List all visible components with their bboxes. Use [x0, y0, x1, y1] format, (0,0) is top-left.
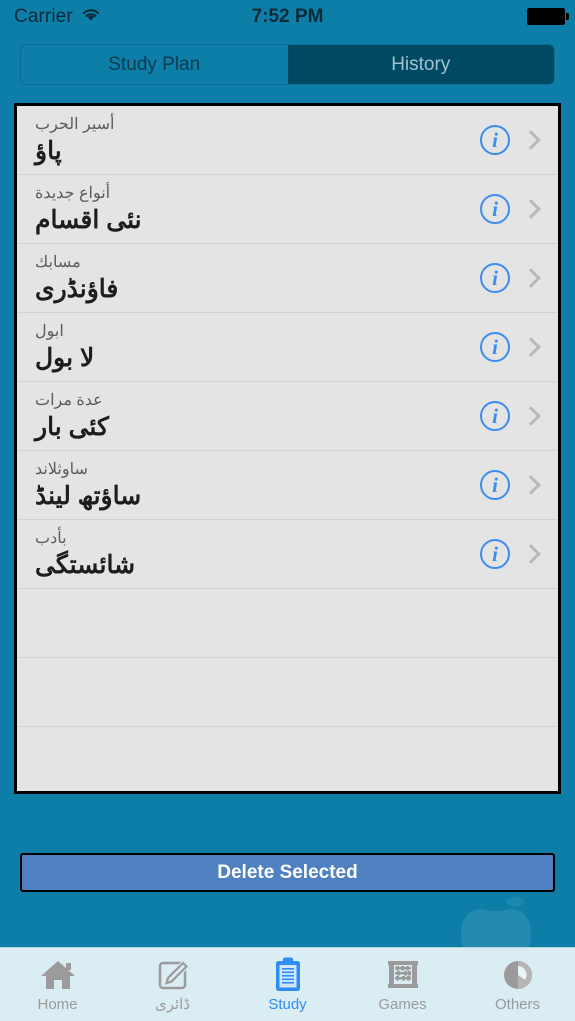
app-screen: Carrier 7:52 PM Study Plan History أسير … — [0, 0, 575, 1021]
chevron-right-icon — [521, 475, 541, 495]
row-title: كئى بار — [35, 412, 109, 441]
row-text-group: أنواع جديدة نئى اقسام — [17, 184, 480, 235]
info-icon[interactable]: i — [480, 470, 510, 500]
history-list[interactable]: أسير الحرب پاؤ i أنواع جديدة نئى اقسام i… — [14, 103, 561, 794]
info-icon[interactable]: i — [480, 539, 510, 569]
edit-note-icon — [156, 957, 190, 993]
tab-label: Others — [494, 995, 540, 1013]
empty-row — [17, 589, 558, 658]
table-row[interactable]: أنواع جديدة نئى اقسام i — [17, 175, 558, 244]
chevron-right-icon — [521, 406, 541, 426]
info-icon[interactable]: i — [480, 263, 510, 293]
row-subtitle: عدة مرات — [35, 391, 103, 409]
row-accessory: i — [480, 332, 558, 362]
tab-bar[interactable]: Home ڈائری Study Games Others — [0, 947, 575, 1021]
table-row[interactable]: مسابك فاؤنڈرى i — [17, 244, 558, 313]
chevron-right-icon — [521, 337, 541, 357]
chevron-right-icon — [521, 130, 541, 150]
chevron-right-icon — [521, 199, 541, 219]
row-subtitle: أنواع جديدة — [35, 184, 111, 202]
clipboard-icon — [273, 957, 303, 993]
tab-study[interactable]: Study — [230, 948, 345, 1021]
row-subtitle: أسير الحرب — [35, 115, 115, 133]
tab-label: Games — [378, 995, 427, 1013]
table-row[interactable]: أسير الحرب پاؤ i — [17, 106, 558, 175]
chevron-right-icon — [521, 268, 541, 288]
row-text-group: ابول لا بول — [17, 322, 480, 373]
row-subtitle: ساوثلاند — [35, 460, 88, 478]
segment-history[interactable]: History — [287, 45, 554, 84]
info-icon[interactable]: i — [480, 194, 510, 224]
row-subtitle: ابول — [35, 322, 64, 340]
tab-diary[interactable]: ڈائری — [115, 948, 230, 1021]
row-text-group: ساوثلاند ساؤتھ لينڈ — [17, 460, 480, 511]
status-bar: Carrier 7:52 PM — [0, 0, 575, 33]
row-text-group: أسير الحرب پاؤ — [17, 115, 480, 166]
abacus-icon — [385, 957, 421, 993]
segmented-control[interactable]: Study Plan History — [20, 44, 555, 85]
row-title: شائستگى — [35, 550, 136, 579]
tab-label: Study — [268, 995, 307, 1013]
table-row[interactable]: ساوثلاند ساؤتھ لينڈ i — [17, 451, 558, 520]
table-row[interactable]: ابول لا بول i — [17, 313, 558, 382]
tab-home[interactable]: Home — [0, 948, 115, 1021]
pie-circle-icon — [501, 957, 535, 993]
delete-selected-button[interactable]: Delete Selected — [20, 853, 555, 892]
clock-label: 7:52 PM — [251, 5, 324, 27]
row-subtitle: بأدب — [35, 529, 67, 547]
info-icon[interactable]: i — [480, 401, 510, 431]
battery-icon — [527, 8, 569, 25]
row-title: ساؤتھ لينڈ — [35, 481, 142, 510]
row-title: پاؤ — [35, 136, 62, 165]
chevron-right-icon — [521, 544, 541, 564]
tab-label: Home — [37, 995, 78, 1013]
tab-others[interactable]: Others — [460, 948, 575, 1021]
info-icon[interactable]: i — [480, 125, 510, 155]
tab-label: ڈائری — [154, 995, 191, 1013]
row-accessory: i — [480, 125, 558, 155]
info-icon[interactable]: i — [480, 332, 510, 362]
row-text-group: عدة مرات كئى بار — [17, 391, 480, 442]
row-accessory: i — [480, 263, 558, 293]
home-icon — [39, 957, 77, 993]
row-text-group: مسابك فاؤنڈرى — [17, 253, 480, 304]
empty-row — [17, 658, 558, 727]
empty-row — [17, 727, 558, 791]
row-title: فاؤنڈرى — [35, 274, 119, 303]
status-bar-right — [527, 8, 569, 25]
row-title: نئى اقسام — [35, 205, 142, 234]
tab-games[interactable]: Games — [345, 948, 460, 1021]
row-subtitle: مسابك — [35, 253, 81, 271]
row-accessory: i — [480, 539, 558, 569]
row-accessory: i — [480, 470, 558, 500]
row-text-group: بأدب شائستگى — [17, 529, 480, 580]
table-row[interactable]: بأدب شائستگى i — [17, 520, 558, 589]
row-accessory: i — [480, 401, 558, 431]
row-accessory: i — [480, 194, 558, 224]
row-title: لا بول — [35, 343, 95, 372]
segment-study-plan[interactable]: Study Plan — [21, 45, 288, 84]
table-row[interactable]: عدة مرات كئى بار i — [17, 382, 558, 451]
